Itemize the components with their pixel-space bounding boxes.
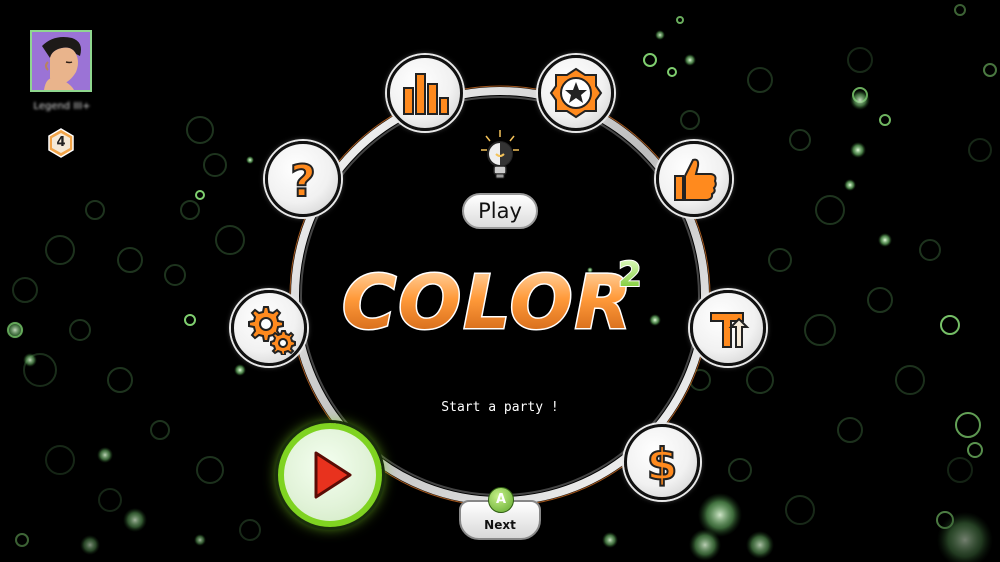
player-level: 4 (56, 135, 66, 150)
a-key-icon: A (488, 487, 514, 513)
settings-gears-icon (248, 306, 296, 355)
play-label[interactable]: Play (462, 193, 538, 229)
color-logo: COLOR 2 (341, 254, 643, 348)
help-button[interactable]: ? (265, 141, 341, 217)
lightbulb-icon (481, 130, 519, 179)
leaderboard-button[interactable] (690, 290, 766, 366)
play-triangle-icon (314, 451, 352, 499)
status-text: Start a party ! (441, 400, 559, 415)
player-avatar[interactable] (30, 30, 92, 92)
start-play-button[interactable] (278, 423, 382, 527)
leaderboard-arrow-icon (710, 312, 750, 348)
achievements-button[interactable] (538, 55, 614, 131)
player-name: Legend III+ (33, 101, 91, 112)
store-button[interactable]: $ (624, 424, 700, 500)
svg-text:COLOR: COLOR (342, 260, 634, 346)
settings-button[interactable] (231, 290, 307, 366)
stats-button[interactable] (387, 55, 463, 131)
star-badge-icon (549, 67, 603, 119)
stats-bars-icon (403, 73, 449, 115)
avatar-face-icon (32, 32, 90, 90)
svg-text:$: $ (647, 439, 678, 489)
thumbs-up-icon (674, 158, 717, 201)
svg-text:?: ? (290, 156, 316, 206)
dollar-icon: $ (646, 438, 679, 489)
help-question-icon: ? (289, 155, 317, 206)
svg-text:2: 2 (618, 255, 642, 295)
like-button[interactable] (656, 141, 732, 217)
